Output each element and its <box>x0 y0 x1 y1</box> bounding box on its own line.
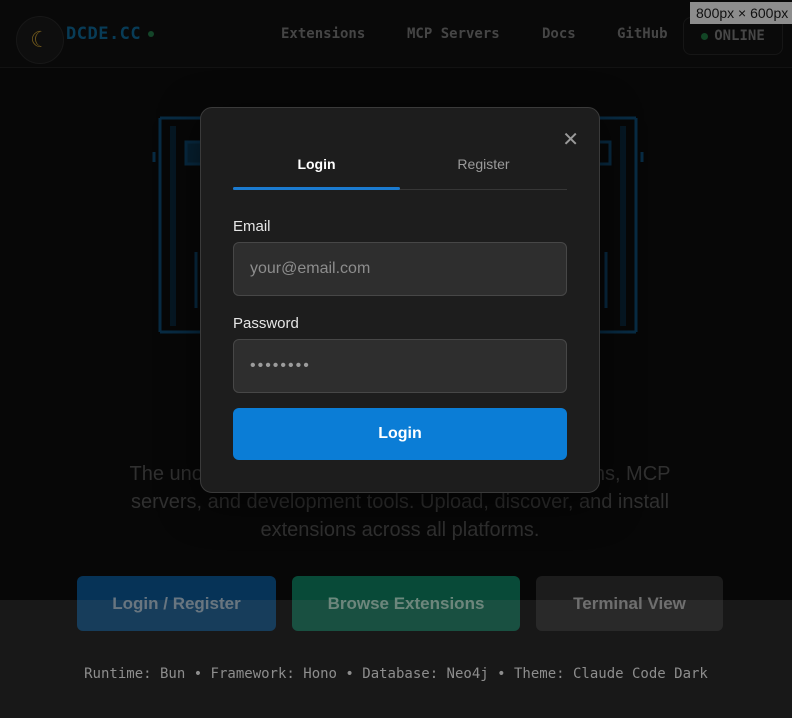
email-label: Email <box>233 218 271 235</box>
password-label: Password <box>233 315 299 332</box>
auth-modal: ✕ Login Register Email Password Login <box>200 107 600 493</box>
footer-band <box>0 600 792 718</box>
login-submit-button[interactable]: Login <box>233 408 567 460</box>
close-icon[interactable]: ✕ <box>562 130 579 150</box>
auth-tabs: Login Register <box>233 152 567 190</box>
email-field[interactable] <box>233 242 567 296</box>
tab-login[interactable]: Login <box>233 152 400 190</box>
footer-tech-stack: Runtime: Bun • Framework: Hono • Databas… <box>84 666 708 682</box>
password-field[interactable] <box>233 339 567 393</box>
tab-register[interactable]: Register <box>400 152 567 189</box>
